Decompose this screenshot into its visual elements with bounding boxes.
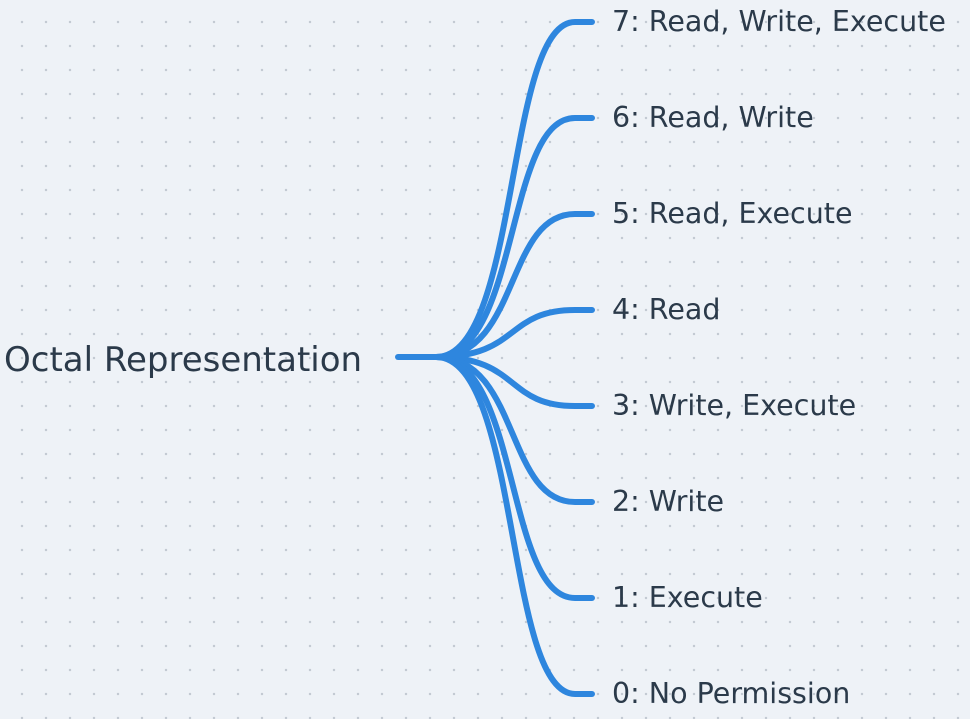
branch-label-3: 3: Write, Execute <box>612 389 857 422</box>
branch-label-6: 6: Read, Write <box>612 101 814 134</box>
branch-label-1: 1: Execute <box>612 581 763 614</box>
branch-label-4: 4: Read <box>612 293 721 326</box>
root-node-label: Octal Representation <box>4 340 363 380</box>
branch-label-7: 7: Read, Write, Execute <box>612 5 946 38</box>
branch-label-0: 0: No Permission <box>612 677 851 710</box>
branch-connector-1 <box>433 354 595 601</box>
mindmap-canvas: Octal Representation 7: Read, Write, Exe… <box>0 0 970 719</box>
branch-label-2: 2: Write <box>612 485 725 518</box>
branch-connector-7 <box>433 19 595 360</box>
branch-connector-6 <box>433 115 595 360</box>
branch-label-5: 5: Read, Execute <box>612 197 853 230</box>
